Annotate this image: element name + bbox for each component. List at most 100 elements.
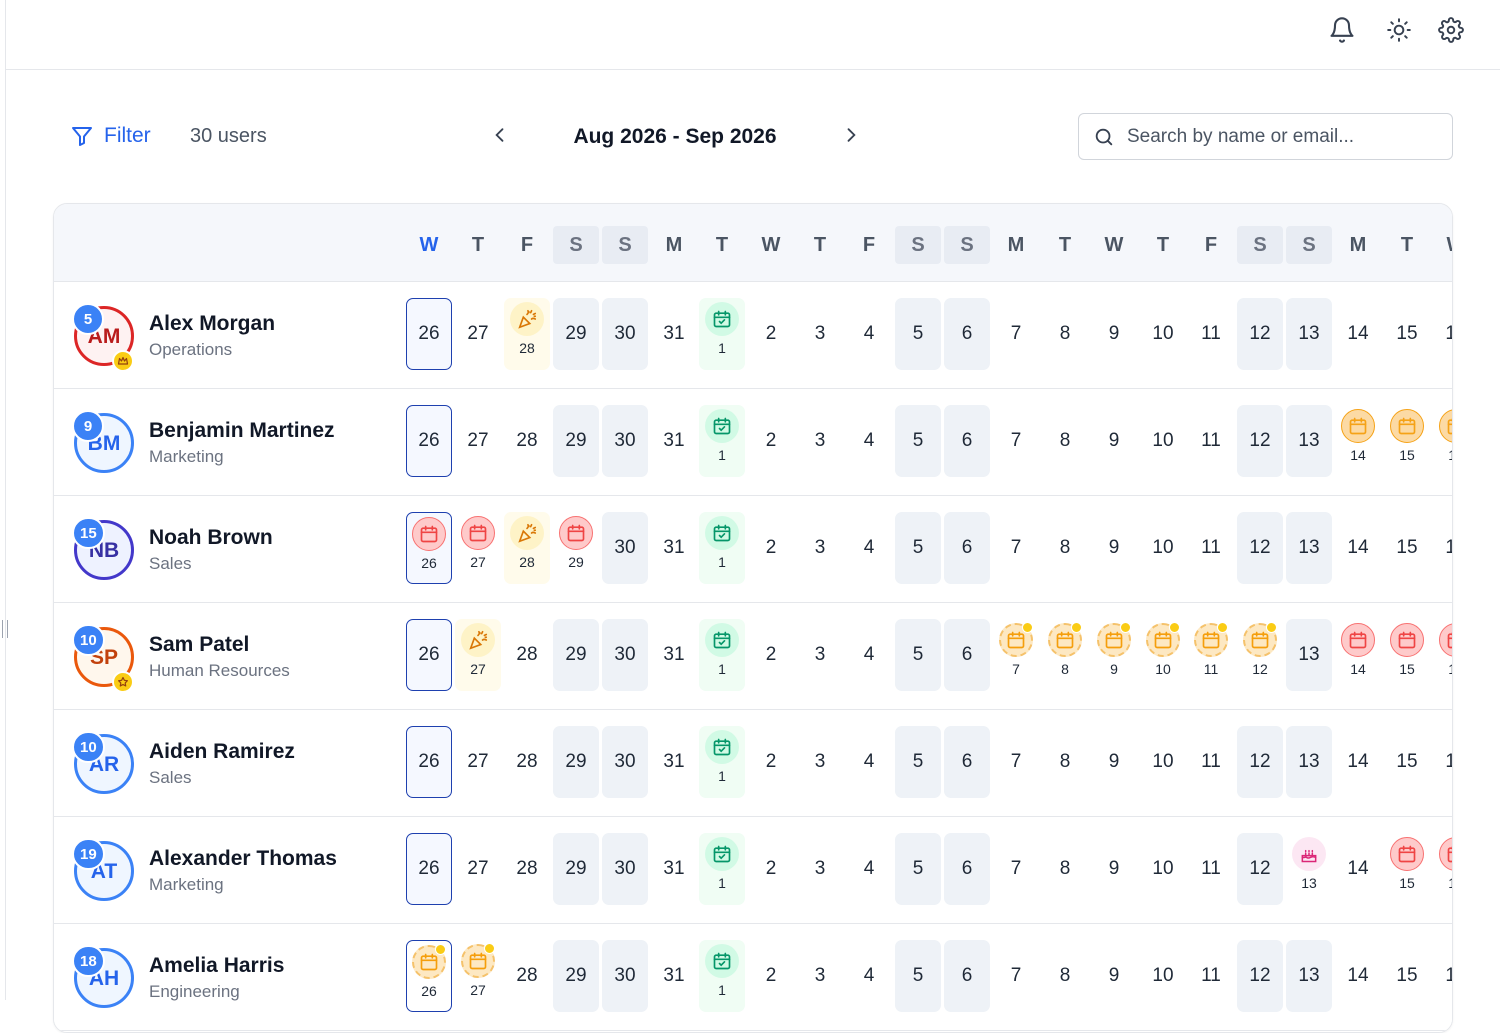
day-cell[interactable]: 3 xyxy=(797,405,843,477)
user-name[interactable]: Benjamin Martinez xyxy=(149,419,335,443)
day-cell-party[interactable]: 27 xyxy=(455,619,501,691)
day-cell[interactable]: 29 xyxy=(553,833,599,905)
day-cell[interactable]: 30 xyxy=(602,833,648,905)
day-cell[interactable]: 6 xyxy=(944,833,990,905)
day-cell[interactable]: 13 xyxy=(1286,298,1332,370)
day-cell[interactable]: 10 xyxy=(1140,726,1186,798)
day-cell[interactable]: 30 xyxy=(602,512,648,584)
day-cell[interactable]: 2 xyxy=(748,512,794,584)
day-cell[interactable]: 27 xyxy=(455,833,501,905)
day-cell[interactable]: 31 xyxy=(651,833,697,905)
day-cell[interactable]: 12 xyxy=(1237,940,1283,1012)
day-cell[interactable]: 3 xyxy=(797,833,843,905)
day-cell[interactable]: 27 xyxy=(455,405,501,477)
day-cell[interactable]: 26 xyxy=(406,619,452,691)
day-cell[interactable]: 2 xyxy=(748,833,794,905)
day-cell-vac[interactable]: 15 xyxy=(1384,405,1430,477)
day-cell[interactable]: 12 xyxy=(1237,726,1283,798)
day-cell[interactable]: 3 xyxy=(797,940,843,1012)
day-cell-pend[interactable]: 7 xyxy=(993,619,1039,691)
gear-icon[interactable] xyxy=(1435,14,1467,46)
day-cell[interactable]: 13 xyxy=(1286,512,1332,584)
day-cell[interactable]: 31 xyxy=(651,726,697,798)
day-cell[interactable]: 29 xyxy=(553,619,599,691)
day-cell[interactable]: 31 xyxy=(651,619,697,691)
day-cell-sick[interactable]: 27 xyxy=(455,512,501,584)
day-cell-sick[interactable]: 26 xyxy=(406,512,452,584)
user-row[interactable]: AH 18 Amelia Harris Engineering 26 27 28 29 30 31… xyxy=(54,924,1452,1031)
day-cell[interactable]: 5 xyxy=(895,512,941,584)
day-cell[interactable]: 4 xyxy=(846,833,892,905)
day-cell[interactable]: 11 xyxy=(1188,298,1234,370)
day-cell[interactable]: 8 xyxy=(1042,512,1088,584)
day-cell[interactable]: 9 xyxy=(1091,405,1137,477)
user-name[interactable]: Noah Brown xyxy=(149,526,273,550)
day-cell-party[interactable]: 28 xyxy=(504,298,550,370)
search-input[interactable] xyxy=(1127,125,1427,148)
day-cell-bday[interactable]: 13 xyxy=(1286,833,1332,905)
day-cell[interactable]: 16 xyxy=(1433,298,1452,370)
day-cell[interactable]: 3 xyxy=(797,726,843,798)
day-cell[interactable]: 13 xyxy=(1286,619,1332,691)
user-name[interactable]: Alex Morgan xyxy=(149,312,275,336)
day-cell[interactable]: 11 xyxy=(1188,726,1234,798)
day-cell[interactable]: 16 xyxy=(1433,726,1452,798)
day-cell[interactable]: 12 xyxy=(1237,298,1283,370)
day-cell[interactable]: 2 xyxy=(748,619,794,691)
day-cell[interactable]: 31 xyxy=(651,405,697,477)
day-cell-holiday[interactable]: 1 xyxy=(699,405,745,477)
day-cell-pend[interactable]: 27 xyxy=(455,940,501,1012)
user-row[interactable]: NB 15 Noah Brown Sales 26 27 28 29 30 31 1 2 3 4 5 6 7 8 9… xyxy=(54,496,1452,603)
user-name[interactable]: Alexander Thomas xyxy=(149,847,337,871)
day-cell[interactable]: 9 xyxy=(1091,512,1137,584)
day-cell[interactable]: 2 xyxy=(748,298,794,370)
day-cell[interactable]: 3 xyxy=(797,298,843,370)
day-cell-vac[interactable]: 14 xyxy=(1335,405,1381,477)
day-cell-sick[interactable]: 16 xyxy=(1433,619,1452,691)
day-cell[interactable]: 4 xyxy=(846,619,892,691)
day-cell[interactable]: 12 xyxy=(1237,833,1283,905)
day-cell[interactable]: 30 xyxy=(602,940,648,1012)
day-cell[interactable]: 29 xyxy=(553,405,599,477)
day-cell[interactable]: 31 xyxy=(651,512,697,584)
day-cell-holiday[interactable]: 1 xyxy=(699,833,745,905)
day-cell[interactable]: 6 xyxy=(944,619,990,691)
user-name[interactable]: Amelia Harris xyxy=(149,954,284,978)
day-cell[interactable]: 14 xyxy=(1335,940,1381,1012)
day-cell-pend[interactable]: 12 xyxy=(1237,619,1283,691)
day-cell-party[interactable]: 28 xyxy=(504,512,550,584)
day-cell[interactable]: 30 xyxy=(602,726,648,798)
day-cell[interactable]: 14 xyxy=(1335,833,1381,905)
day-cell[interactable]: 15 xyxy=(1384,512,1430,584)
day-cell[interactable]: 11 xyxy=(1188,833,1234,905)
day-cell[interactable]: 12 xyxy=(1237,405,1283,477)
day-cell[interactable]: 12 xyxy=(1237,512,1283,584)
day-cell[interactable]: 15 xyxy=(1384,940,1430,1012)
day-cell[interactable]: 30 xyxy=(602,405,648,477)
day-cell-holiday[interactable]: 1 xyxy=(699,619,745,691)
day-cell-holiday[interactable]: 1 xyxy=(699,298,745,370)
day-cell[interactable]: 2 xyxy=(748,405,794,477)
day-cell[interactable]: 10 xyxy=(1140,405,1186,477)
day-cell[interactable]: 8 xyxy=(1042,726,1088,798)
user-name[interactable]: Sam Patel xyxy=(149,633,249,657)
day-cell[interactable]: 8 xyxy=(1042,298,1088,370)
bell-icon[interactable] xyxy=(1326,14,1358,46)
day-cell[interactable]: 15 xyxy=(1384,726,1430,798)
day-cell[interactable]: 5 xyxy=(895,833,941,905)
day-cell-vac[interactable]: 16 xyxy=(1433,405,1452,477)
day-cell[interactable]: 26 xyxy=(406,726,452,798)
day-cell-pend[interactable]: 10 xyxy=(1140,619,1186,691)
prev-month-button[interactable] xyxy=(485,120,515,150)
day-cell[interactable]: 8 xyxy=(1042,940,1088,1012)
day-cell[interactable]: 2 xyxy=(748,726,794,798)
day-cell-sick[interactable]: 15 xyxy=(1384,619,1430,691)
user-row[interactable]: BM 9 Benjamin Martinez Marketing 26 27 28 29 30 3… xyxy=(54,389,1452,496)
day-cell[interactable]: 31 xyxy=(651,940,697,1012)
day-cell-sick[interactable]: 16 xyxy=(1433,833,1452,905)
day-cell-holiday[interactable]: 1 xyxy=(699,512,745,584)
day-cell[interactable]: 5 xyxy=(895,940,941,1012)
next-month-button[interactable] xyxy=(836,120,866,150)
day-cell[interactable]: 5 xyxy=(895,298,941,370)
day-cell[interactable]: 14 xyxy=(1335,726,1381,798)
